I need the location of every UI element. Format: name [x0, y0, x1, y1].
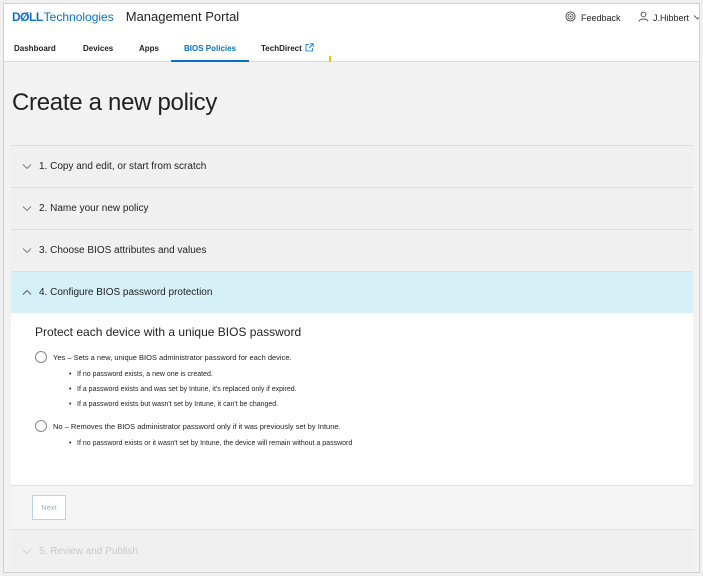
no-radio[interactable] — [35, 420, 47, 432]
chevron-down-icon — [22, 548, 32, 555]
no-bullets: If no password exists or it wasn't set b… — [69, 440, 671, 447]
marker — [329, 56, 331, 62]
tab-techdirect-label: TechDirect — [261, 44, 302, 53]
no-option-label: No – Removes the BIOS administrator pass… — [53, 422, 341, 431]
portal-title: Management Portal — [125, 9, 240, 24]
user-menu[interactable]: J.Hibbert — [638, 11, 699, 24]
section-heading: Protect each device with a unique BIOS p… — [35, 325, 302, 339]
step-actions: Next — [11, 485, 693, 529]
tab-devices[interactable]: Devices — [83, 42, 113, 62]
chevron-down-icon — [22, 247, 32, 254]
step-1-label: 1. Copy and edit, or start from scratch — [39, 161, 207, 172]
step-5-header: 5. Review and Publish — [11, 529, 693, 572]
step-2-header[interactable]: 2. Name your new policy — [11, 187, 693, 229]
tab-techdirect[interactable]: TechDirect — [261, 42, 314, 62]
list-item: If a password exists and was set by Intu… — [69, 386, 671, 393]
yes-bullets: If no password exists, a new one is crea… — [69, 371, 671, 408]
tab-dashboard[interactable]: Dashboard — [14, 42, 56, 62]
list-item: If no password exists, a new one is crea… — [69, 371, 671, 378]
brand-logo[interactable]: DØLL Technologies Management Portal — [12, 9, 239, 24]
chevron-up-icon — [22, 289, 32, 296]
list-item: If a password exists but wasn't set by I… — [69, 401, 671, 408]
brand-technologies: Technologies — [43, 10, 114, 24]
external-link-icon — [305, 43, 314, 57]
list-item: If no password exists or it wasn't set b… — [69, 440, 671, 447]
brand-dell: DØLL — [12, 10, 43, 24]
step-4-header[interactable]: 4. Configure BIOS password protection — [11, 271, 693, 313]
chevron-down-icon — [22, 205, 32, 212]
yes-radio[interactable] — [35, 351, 47, 363]
feedback-button[interactable]: Feedback — [565, 11, 621, 24]
feedback-label: Feedback — [581, 12, 621, 23]
step-3-label: 3. Choose BIOS attributes and values — [39, 245, 207, 256]
step-1-header[interactable]: 1. Copy and edit, or start from scratch — [11, 145, 693, 187]
next-button[interactable]: Next — [32, 495, 66, 520]
no-option[interactable]: No – Removes the BIOS administrator pass… — [35, 420, 671, 432]
policy-wizard: 1. Copy and edit, or start from scratch … — [11, 145, 693, 572]
step-3-header[interactable]: 3. Choose BIOS attributes and values — [11, 229, 693, 271]
step-4-content: Protect each device with a unique BIOS p… — [11, 313, 693, 485]
step-5-label: 5. Review and Publish — [39, 545, 138, 557]
page-title: Create a new policy — [12, 89, 218, 116]
feedback-icon — [565, 11, 576, 24]
top-bar: DØLL Technologies Management Portal Feed… — [4, 4, 699, 62]
app-window: DØLL Technologies Management Portal Feed… — [3, 3, 700, 573]
step-4-label: 4. Configure BIOS password protection — [39, 287, 213, 298]
tab-bios-policies[interactable]: BIOS Policies — [171, 42, 250, 62]
chevron-down-icon — [693, 13, 699, 23]
user-name: J.Hibbert — [653, 12, 690, 23]
nav-tabs: Dashboard Devices Apps BIOS Policies Tec… — [4, 42, 699, 62]
yes-option[interactable]: Yes – Sets a new, unique BIOS administra… — [35, 351, 671, 363]
chevron-down-icon — [22, 163, 32, 170]
yes-option-label: Yes – Sets a new, unique BIOS administra… — [53, 353, 292, 362]
tab-apps[interactable]: Apps — [139, 42, 159, 62]
step-2-label: 2. Name your new policy — [39, 203, 149, 214]
user-icon — [638, 11, 649, 24]
